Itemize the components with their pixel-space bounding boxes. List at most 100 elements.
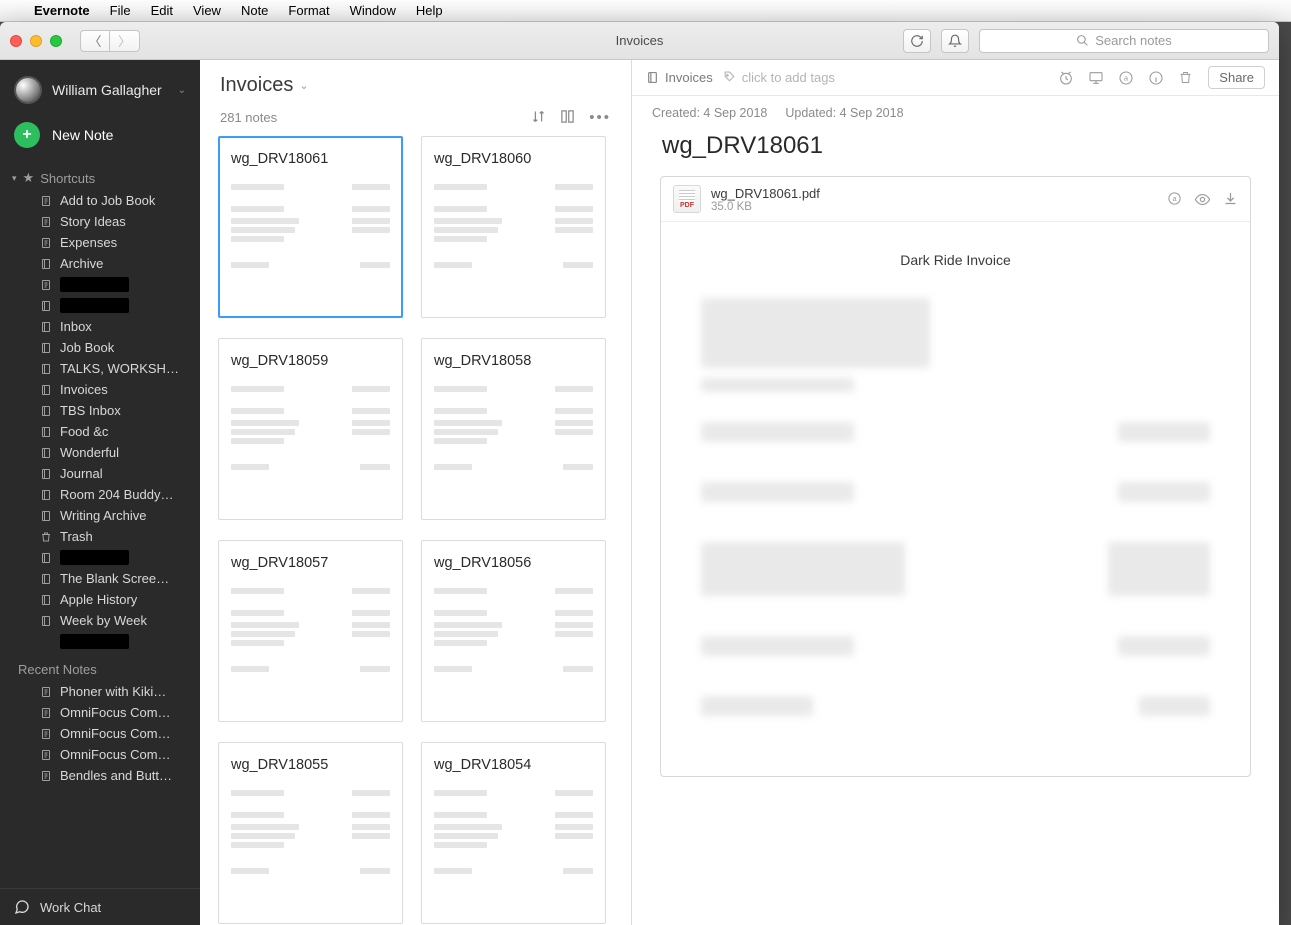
note-card[interactable]: wg_DRV18057: [218, 540, 403, 722]
note-icon: [40, 749, 54, 761]
note-card[interactable]: wg_DRV18061: [218, 136, 403, 318]
present-icon[interactable]: [1088, 70, 1108, 86]
sidebar-recent-note[interactable]: Bendles and Butt…: [0, 765, 200, 786]
sidebar-shortcut[interactable]: Add to Job Book: [0, 190, 200, 211]
notebook-icon: [40, 363, 54, 375]
sidebar-shortcut[interactable]: TBS Inbox: [0, 400, 200, 421]
created-date: Created: 4 Sep 2018: [652, 106, 767, 120]
recent-notes-header: Recent Notes: [0, 654, 200, 681]
sidebar-shortcut[interactable]: [0, 274, 200, 295]
sync-button[interactable]: [903, 29, 931, 53]
window-close-button[interactable]: [10, 35, 22, 47]
menu-format[interactable]: Format: [288, 3, 329, 18]
menu-help[interactable]: Help: [416, 3, 443, 18]
more-options-button[interactable]: •••: [589, 109, 611, 126]
new-note-button[interactable]: + New Note: [0, 114, 200, 164]
note-icon: [40, 195, 54, 207]
trash-icon[interactable]: [1178, 70, 1198, 85]
add-tags-button[interactable]: click to add tags: [723, 70, 835, 85]
search-input[interactable]: Search notes: [979, 29, 1269, 53]
sidebar-shortcut[interactable]: Week by Week: [0, 610, 200, 631]
note-card[interactable]: wg_DRV18058: [421, 338, 606, 520]
sidebar-shortcut[interactable]: Wonderful: [0, 442, 200, 463]
menu-file[interactable]: File: [110, 3, 131, 18]
notebook-icon: [40, 384, 54, 396]
sidebar-shortcut[interactable]: Story Ideas: [0, 211, 200, 232]
svg-text:a: a: [1173, 196, 1177, 203]
note-card[interactable]: wg_DRV18060: [421, 136, 606, 318]
share-button[interactable]: Share: [1208, 66, 1265, 89]
note-icon: [40, 770, 54, 782]
note-icon: [40, 686, 54, 698]
notebook-icon: [40, 300, 54, 312]
notebook-selector[interactable]: Invoices: [646, 70, 713, 85]
star-icon: ★: [23, 170, 35, 186]
sidebar-shortcut[interactable]: Room 204 Buddy…: [0, 484, 200, 505]
info-icon[interactable]: [1148, 70, 1168, 86]
sidebar-shortcut[interactable]: Food &c: [0, 421, 200, 442]
tag-icon: [723, 71, 736, 84]
note-card[interactable]: wg_DRV18056: [421, 540, 606, 722]
notebook-icon: [40, 447, 54, 459]
note-count: 281 notes: [220, 110, 531, 125]
plus-icon: +: [14, 122, 40, 148]
menu-view[interactable]: View: [193, 3, 221, 18]
window-zoom-button[interactable]: [50, 35, 62, 47]
sidebar-shortcut[interactable]: Archive: [0, 253, 200, 274]
account-switcher[interactable]: William Gallagher ⌄: [0, 60, 200, 114]
sidebar-shortcut[interactable]: Inbox: [0, 316, 200, 337]
annotate-icon[interactable]: a: [1118, 70, 1138, 86]
note-card[interactable]: wg_DRV18055: [218, 742, 403, 924]
notebook-icon: [40, 552, 54, 564]
preview-icon[interactable]: [1194, 191, 1211, 208]
activity-button[interactable]: [941, 29, 969, 53]
pdf-thumbnail-icon: PDF: [673, 185, 701, 213]
notebook-title[interactable]: Invoices ⌄: [220, 74, 611, 97]
download-icon[interactable]: [1223, 191, 1238, 208]
sidebar-shortcut[interactable]: Job Book: [0, 337, 200, 358]
sidebar-recent-note[interactable]: OmniFocus Com…: [0, 744, 200, 765]
note-icon: [40, 279, 54, 291]
sidebar-recent-note[interactable]: OmniFocus Com…: [0, 723, 200, 744]
shortcuts-header[interactable]: ▾ ★ Shortcuts: [0, 166, 200, 190]
annotate-pdf-icon[interactable]: a: [1167, 191, 1182, 208]
menu-window[interactable]: Window: [350, 3, 396, 18]
note-card[interactable]: wg_DRV18054: [421, 742, 606, 924]
note-card-title: wg_DRV18060: [434, 151, 593, 167]
menu-edit[interactable]: Edit: [151, 3, 173, 18]
sidebar-shortcut[interactable]: TALKS, WORKSH…: [0, 358, 200, 379]
window-minimize-button[interactable]: [30, 35, 42, 47]
pdf-filename: wg_DRV18061.pdf: [711, 186, 1157, 201]
pdf-preview[interactable]: Dark Ride Invoice: [661, 222, 1250, 776]
menu-note[interactable]: Note: [241, 3, 268, 18]
sort-button[interactable]: [531, 109, 546, 126]
reminder-icon[interactable]: [1058, 70, 1078, 86]
sidebar-shortcut[interactable]: [0, 547, 200, 568]
notebook-icon: [40, 489, 54, 501]
pdf-heading: Dark Ride Invoice: [701, 252, 1210, 268]
view-toggle-button[interactable]: [560, 109, 575, 126]
work-chat-button[interactable]: Work Chat: [0, 888, 200, 925]
nav-back-button[interactable]: 〈: [80, 30, 110, 52]
note-detail-panel: Invoices click to add tags a: [632, 60, 1279, 925]
note-icon: [40, 728, 54, 740]
sidebar-shortcut[interactable]: Apple History: [0, 589, 200, 610]
note-card-title: wg_DRV18059: [231, 353, 390, 369]
sidebar-shortcut[interactable]: Journal: [0, 463, 200, 484]
note-card[interactable]: wg_DRV18059: [218, 338, 403, 520]
sidebar-recent-note[interactable]: Phoner with Kiki…: [0, 681, 200, 702]
sidebar-shortcut[interactable]: [0, 631, 200, 652]
sidebar-shortcut[interactable]: The Blank Scree…: [0, 568, 200, 589]
sidebar-shortcut[interactable]: Expenses: [0, 232, 200, 253]
note-card-title: wg_DRV18056: [434, 555, 593, 571]
sidebar-shortcut[interactable]: Trash: [0, 526, 200, 547]
menu-app[interactable]: Evernote: [34, 3, 90, 18]
sidebar-shortcut[interactable]: Writing Archive: [0, 505, 200, 526]
nav-forward-button[interactable]: 〉: [110, 30, 140, 52]
sidebar-shortcut[interactable]: Invoices: [0, 379, 200, 400]
sidebar-recent-note[interactable]: OmniFocus Com…: [0, 702, 200, 723]
sidebar-shortcut[interactable]: [0, 295, 200, 316]
window-title: Invoices: [616, 33, 664, 48]
chevron-down-icon: ⌄: [299, 79, 308, 92]
note-title[interactable]: wg_DRV18061: [632, 120, 1279, 176]
